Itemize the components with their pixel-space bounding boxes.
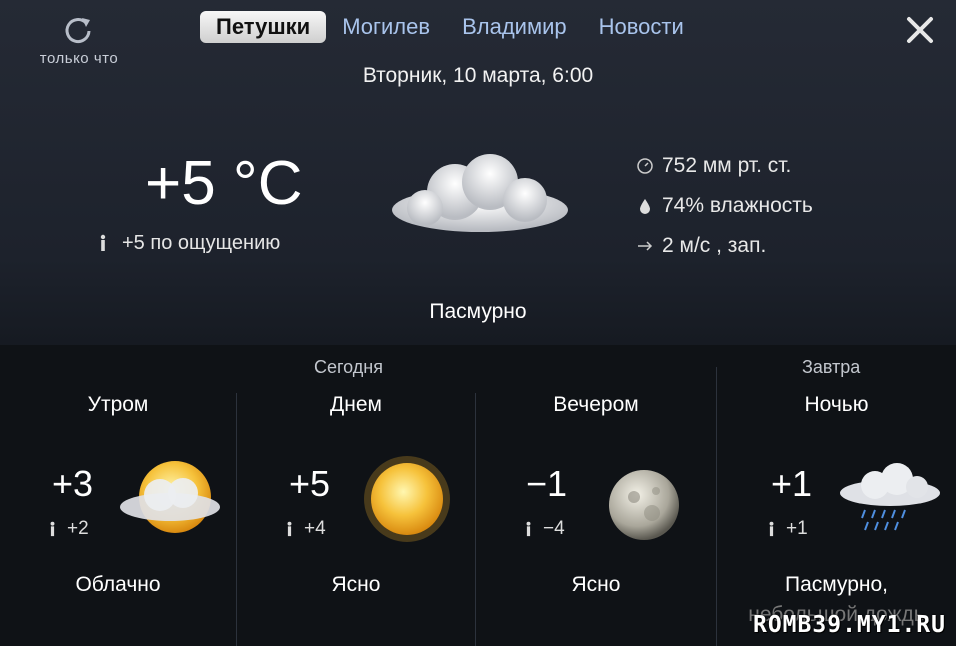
period-temp: +5 <box>289 463 331 504</box>
overcast-cloud-icon <box>392 154 568 232</box>
tab-news[interactable]: Новости <box>583 11 700 43</box>
forecast-evening: Вечером −1 −4 Ясно <box>476 345 716 646</box>
forecast-day: Днем +5 +4 Ясно <box>237 345 475 646</box>
humidity-value: 74% влажность <box>662 194 813 217</box>
tab-mogilev[interactable]: Могилев <box>326 11 446 43</box>
period-feels: −4 <box>524 518 565 540</box>
period-temp: −1 <box>526 463 568 504</box>
person-icon <box>287 521 292 537</box>
barometer-icon <box>637 158 653 174</box>
humidity-row: 74% влажность <box>636 186 813 226</box>
period-feels-value: +4 <box>304 518 326 539</box>
wind-row: 2 м/с , зап. <box>636 226 813 266</box>
refresh-button[interactable]: только что <box>28 14 130 67</box>
tab-petushki[interactable]: Петушки <box>200 11 327 43</box>
date-time: Вторник, 10 марта, 6:00 <box>362 64 594 87</box>
pressure-value: 752 мм рт. ст. <box>662 154 792 177</box>
period-name: Ночью <box>804 393 869 416</box>
forecast-morning: Утром +3 +2 Облачно <box>0 345 236 646</box>
period-name: Вечером <box>553 393 639 416</box>
current-feels-like: +5 по ощущению <box>98 232 280 255</box>
wind-arrow-icon <box>638 241 653 251</box>
period-feels: +2 <box>48 518 89 540</box>
forecast-panel: Сегодня Завтра Утром +3 +2 Облачно Днем … <box>0 345 956 646</box>
period-feels: +4 <box>285 518 326 540</box>
wind-value: 2 м/с , зап. <box>662 234 767 257</box>
period-feels-value: +2 <box>67 518 89 539</box>
watermark: ROMB39.MY1.RU <box>752 612 946 638</box>
period-feels-value: +1 <box>786 518 808 539</box>
person-icon <box>100 234 106 251</box>
period-name: Утром <box>87 393 149 416</box>
sun-behind-cloud-icon <box>120 461 220 533</box>
current-condition: Пасмурно <box>429 300 527 323</box>
period-condition: Ясно <box>571 573 621 596</box>
period-temp: +1 <box>771 463 813 504</box>
tab-vladimir[interactable]: Владимир <box>446 11 583 43</box>
period-temp: +3 <box>52 463 94 504</box>
refresh-icon <box>65 18 91 44</box>
moon-icon <box>609 470 679 540</box>
period-condition: Облачно <box>75 573 161 596</box>
period-name: Днем <box>330 393 382 416</box>
rain-cloud-icon <box>840 463 940 531</box>
sun-icon <box>364 456 450 542</box>
person-icon <box>769 521 774 537</box>
period-condition: Пасмурно, <box>784 573 888 596</box>
current-temperature: +5 °C <box>145 149 303 218</box>
period-feels-value: −4 <box>543 518 565 539</box>
forecast-night: Ночью +1 +1 Пасмурно, небольшой дождь <box>717 345 956 646</box>
city-tabs: Петушки Могилев Владимир Новости <box>200 11 700 43</box>
period-condition: Ясно <box>331 573 381 596</box>
person-icon <box>526 521 531 537</box>
pressure-row: 752 мм рт. ст. <box>636 146 813 186</box>
droplet-icon <box>640 199 650 214</box>
period-feels: +1 <box>767 518 808 540</box>
close-icon[interactable] <box>904 14 936 46</box>
current-feels-text: +5 по ощущению <box>122 232 281 254</box>
person-icon <box>50 521 55 537</box>
weather-params: 752 мм рт. ст. 74% влажность 2 м/с , зап… <box>636 146 813 266</box>
